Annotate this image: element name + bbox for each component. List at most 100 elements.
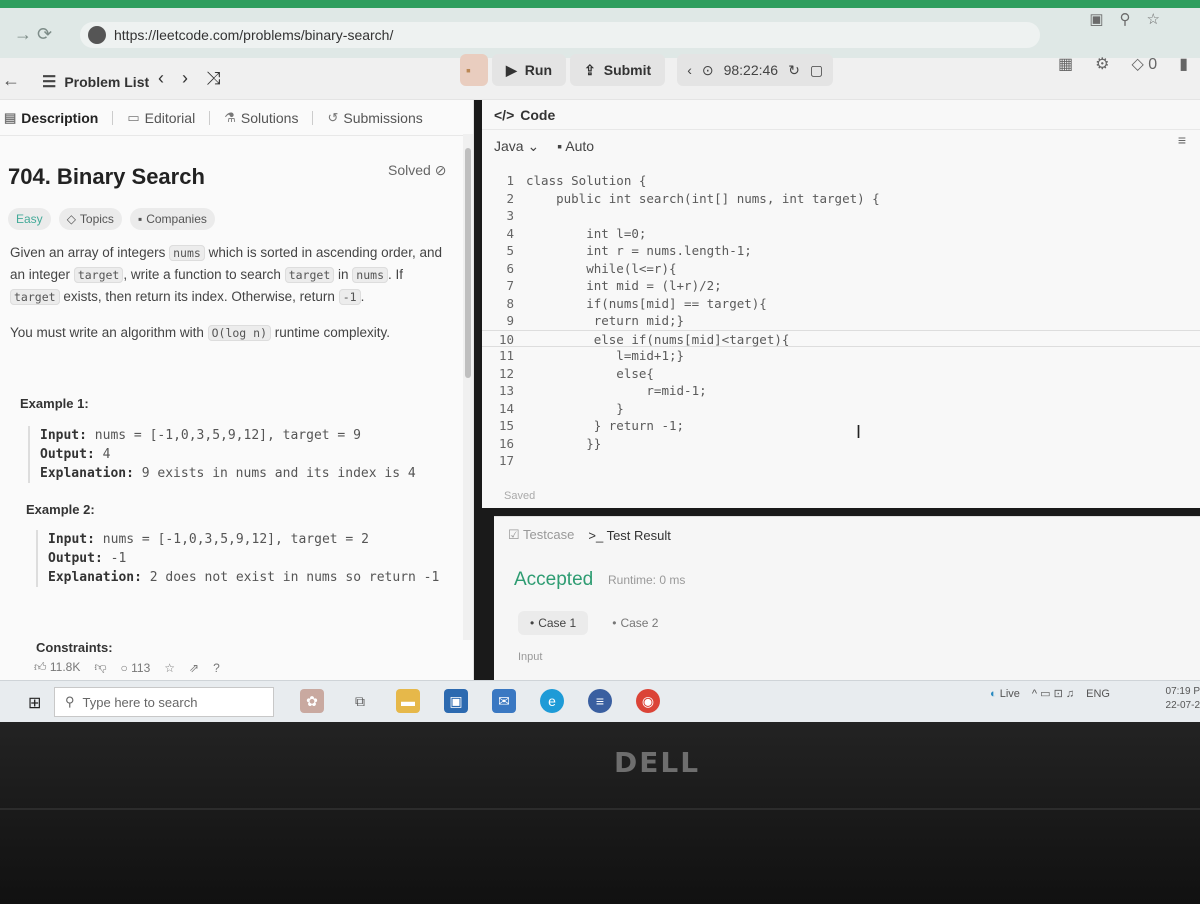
next-problem-icon[interactable]: › <box>182 68 188 89</box>
language-indicator[interactable]: ENG <box>1086 688 1110 700</box>
language-select[interactable]: Java ⌄ <box>494 138 539 155</box>
result-panel: ☑ Testcase >_ Test Result Accepted Runti… <box>494 516 1200 680</box>
description-paragraph: Given an array of integers nums which is… <box>10 242 450 308</box>
clock-time: 07:19 P <box>1165 686 1200 697</box>
terminal-icon: >_ <box>588 527 604 543</box>
code-line[interactable]: 13 r=mid-1; <box>482 382 1200 400</box>
tab-submissions[interactable]: ↺ Submissions <box>327 110 422 126</box>
like-button[interactable]: 👍︎ 11.8K <box>34 660 80 675</box>
case-1-tab[interactable]: • Case 1 <box>518 611 589 635</box>
tab-solutions[interactable]: ⚗ Solutions <box>224 110 298 126</box>
run-button[interactable]: ▶ Run <box>492 54 566 86</box>
problem-stats-bar: 👍︎ 11.8K 👎︎ ○ 113 ☆ ⇗ ? <box>34 660 220 675</box>
input-value: nums = [-1,0,3,5,9,12], target = 2 <box>102 532 369 547</box>
tray-icons[interactable]: ^ ▭ ⊡ ♫ <box>1032 687 1074 700</box>
weather-widget[interactable]: ◐ Live <box>990 688 1020 700</box>
layout-icon[interactable]: ▦ <box>1058 54 1073 74</box>
task-view-icon[interactable]: ⧉ <box>348 689 372 713</box>
output-label: Output: <box>40 447 95 462</box>
code-line[interactable]: 3 <box>482 207 1200 225</box>
code-line[interactable]: 11 l=mid+1;} <box>482 347 1200 365</box>
dislike-icon[interactable]: 👎︎ <box>94 660 106 675</box>
menu-icon[interactable]: ≡ <box>1178 132 1186 148</box>
text-cursor-icon: I <box>856 422 862 442</box>
code-text: } return -1; <box>526 418 685 433</box>
submit-button[interactable]: ⇪ Submit <box>570 54 666 86</box>
prev-problem-icon[interactable]: ‹ <box>158 68 164 89</box>
shuffle-icon[interactable]: ⤨ <box>206 68 220 89</box>
file-explorer-icon[interactable]: ▬ <box>396 689 420 713</box>
tab-description[interactable]: ▤ Description <box>4 110 98 126</box>
lock-icon: ▪ <box>137 212 143 226</box>
comments-button[interactable]: ○ 113 <box>121 661 151 675</box>
coins-counter[interactable]: ◇ 0 <box>1132 54 1158 74</box>
companies-chip[interactable]: ▪ Companies <box>129 208 215 230</box>
lock-icon[interactable]: ▪ <box>460 54 488 86</box>
note-icon[interactable]: ▢ <box>810 62 823 79</box>
tab-testcase[interactable]: ☑ Testcase <box>508 527 574 543</box>
desc-text: . If <box>388 267 404 282</box>
code-line[interactable]: 8 if(nums[mid] == target){ <box>482 295 1200 313</box>
system-clock[interactable]: 07:19 P 22-07-2 <box>1166 685 1200 713</box>
mode-value: Auto <box>565 138 595 154</box>
code-line[interactable]: 17 <box>482 452 1200 470</box>
mail-icon[interactable]: ✉ <box>492 689 516 713</box>
code-line[interactable]: 14 } <box>482 400 1200 418</box>
site-icon <box>88 26 106 44</box>
desc-text: . <box>360 289 365 304</box>
chrome-icon[interactable]: ◉ <box>636 689 660 713</box>
code-line[interactable]: 16 }} <box>482 435 1200 453</box>
case-2-tab[interactable]: • Case 2 <box>600 611 670 635</box>
address-bar[interactable]: https://leetcode.com/problems/binary-sea… <box>80 22 1040 48</box>
app-icon[interactable]: ≡ <box>588 689 612 713</box>
url-text: https://leetcode.com/problems/binary-sea… <box>114 27 394 43</box>
problem-nav: ‹ › ⤨ <box>158 68 220 89</box>
reset-icon[interactable]: ↻ <box>788 62 800 79</box>
browser-nav-arrows[interactable]: → ⟳ <box>14 24 52 45</box>
upload-cloud-icon: ⇪ <box>584 61 596 78</box>
description-scrollbar[interactable] <box>463 134 473 640</box>
code-line[interactable]: 4 int l=0; <box>482 225 1200 243</box>
input-label: Input: <box>40 428 87 443</box>
back-arrow-icon[interactable]: ← <box>2 70 20 91</box>
windows-start-icon[interactable]: ⊞ <box>28 693 41 713</box>
example-1-input: Input: nums = [-1,0,3,5,9,12], target = … <box>40 426 416 445</box>
code-line[interactable]: 2 public int search(int[] nums, int targ… <box>482 190 1200 208</box>
auto-mode[interactable]: ▪ Auto <box>557 138 594 155</box>
example-1-output: Output: 4 <box>40 445 416 464</box>
zoom-icon[interactable]: ⚲ <box>1120 10 1131 28</box>
favorite-star-icon[interactable]: ☆ <box>164 661 175 675</box>
settings-gear-icon[interactable]: ⚙ <box>1095 54 1109 74</box>
problem-title[interactable]: 704. Binary Search <box>8 164 205 190</box>
widget-icon[interactable]: ✿ <box>300 689 324 713</box>
code-line[interactable]: 9 return mid;} <box>482 312 1200 330</box>
tab-submissions-label: Submissions <box>343 109 423 126</box>
bookmark-star-icon[interactable]: ☆ <box>1147 10 1160 28</box>
share-icon[interactable]: ⇗ <box>189 661 199 675</box>
edge-icon[interactable]: e <box>540 689 564 713</box>
store-icon[interactable]: ▣ <box>444 689 468 713</box>
input-label: Input: <box>48 532 95 547</box>
tab-test-result[interactable]: >_ Test Result <box>588 528 671 543</box>
inline-code: target <box>10 289 60 305</box>
timer-widget[interactable]: ‹ ⊙ 98:22:46 ↻ ▢ <box>677 54 834 86</box>
tab-editorial[interactable]: ▭ Editorial <box>127 110 195 126</box>
topics-chip[interactable]: ◇ Topics <box>58 208 122 230</box>
code-line[interactable]: 1 class Solution { <box>482 172 1200 190</box>
chevron-left-icon[interactable]: ‹ <box>687 62 692 78</box>
taskbar-search[interactable]: ⚲ Type here to search <box>54 687 274 717</box>
avatar[interactable]: ▮ <box>1179 54 1188 74</box>
code-line[interactable]: 12 else{ <box>482 365 1200 383</box>
code-line[interactable]: 15 } return -1; <box>482 417 1200 435</box>
problem-list-button[interactable]: ☰ Problem List <box>42 72 149 92</box>
scrollbar-thumb[interactable] <box>465 148 471 378</box>
code-line[interactable]: 7 int mid = (l+r)/2; <box>482 277 1200 295</box>
code-line[interactable]: 10 else if(nums[mid]<target){ <box>482 329 1200 347</box>
help-icon[interactable]: ? <box>213 661 220 675</box>
code-line[interactable]: 5 int r = nums.length-1; <box>482 242 1200 260</box>
weather-label: Live <box>999 687 1020 700</box>
code-line[interactable]: 6 while(l<=r){ <box>482 260 1200 278</box>
code-area[interactable]: 1 class Solution {2 public int search(int… <box>482 172 1200 470</box>
code-text: }} <box>526 435 602 451</box>
translate-icon[interactable]: ▣ <box>1089 10 1103 28</box>
